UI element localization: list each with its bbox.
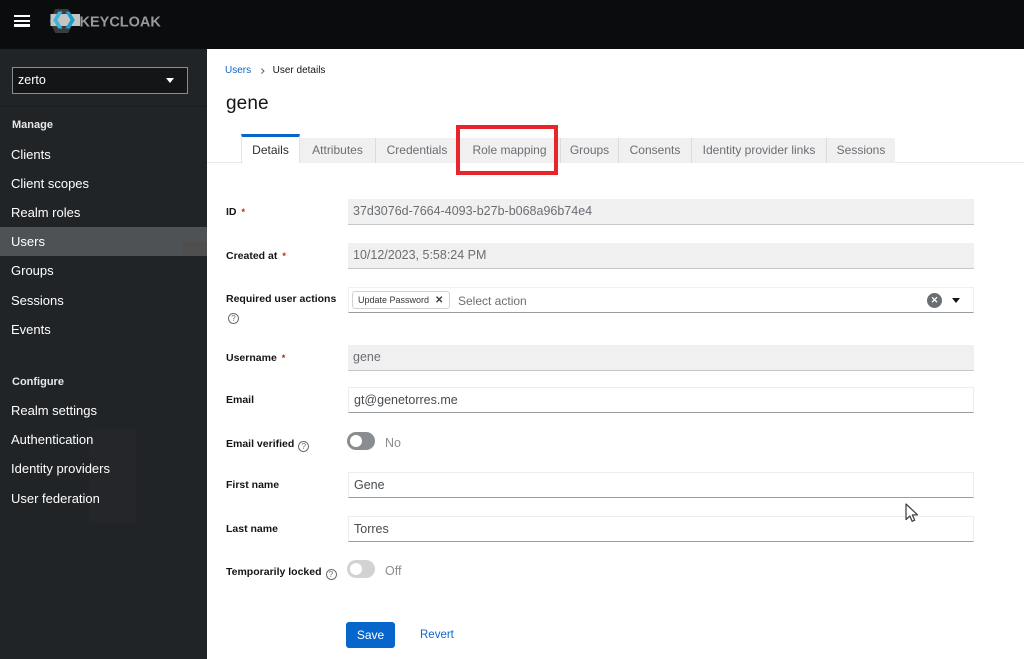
svg-text:KEYCLOAK: KEYCLOAK — [80, 14, 162, 30]
